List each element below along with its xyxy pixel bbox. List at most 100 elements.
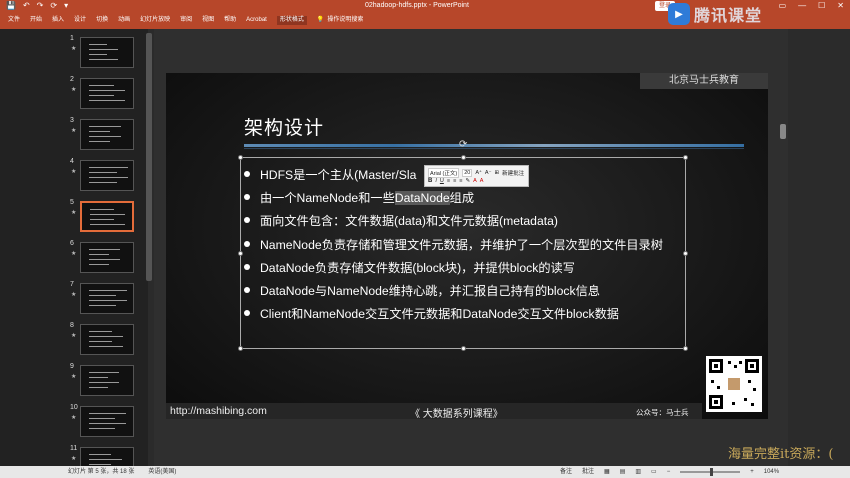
tell-me-search[interactable]: 💡 操作说明搜索 [317,16,364,25]
zoom-in-icon[interactable]: + [750,468,754,476]
zoom-out-icon[interactable]: − [667,468,671,476]
slide-thumbnail[interactable] [80,406,134,437]
redo-icon[interactable]: ↷ [37,1,44,11]
thumbnail-text-line [89,372,119,373]
slide-thumbnail[interactable] [80,242,134,273]
zoom-slider-knob[interactable] [710,468,714,476]
play-icon: ▶ [668,3,690,25]
mini-format-toolbar[interactable]: Arial (正文) 20 A⁺ A⁻ ⊞ 新建批注 B I U ≡ ≡ ≡ ✎… [424,165,529,187]
thumbnail-text-line [89,336,123,337]
font-color-icon[interactable]: A [480,178,484,184]
slide-title[interactable]: 架构设计 [244,113,324,140]
slide-thumbnail[interactable] [80,283,134,314]
slide-thumbnail[interactable] [80,160,134,191]
tab-design[interactable]: 设计 [74,16,86,25]
sorter-view-icon[interactable]: ▤ [620,468,626,476]
bold-icon[interactable]: B [428,178,432,184]
resize-handle[interactable] [238,251,243,256]
slide-thumbnail-pane[interactable]: 1 ★ 2 ★ 3 ★ 4 ★ 5 ★ 6 ★ 7 ★ 8 ★ 9 ★ 10 ★ 11 ★ [0,29,148,478]
tab-transitions[interactable]: 切换 [96,16,108,25]
font-name-select[interactable]: Arial (正文) [428,168,460,178]
bullet-item[interactable]: DataNode负责存储文件数据(block块)，并提供block的读写 [244,259,663,282]
font-size-select[interactable]: 20 [462,169,473,177]
bullet-item[interactable]: 由一个NameNode和一些DataNode组成 [244,189,663,212]
close-icon[interactable]: ✕ [837,0,844,12]
tab-shape-format[interactable]: 形状格式 [276,16,307,25]
thumbnail-text-line [90,209,114,210]
bullet-dot [244,217,250,224]
zoom-slider[interactable] [680,468,741,476]
slide-thumbnail[interactable] [80,37,134,68]
format-painter-icon[interactable]: ✎ [466,178,471,184]
undo-icon[interactable]: ↶ [23,1,30,11]
reading-view-icon[interactable]: ▥ [635,468,641,476]
bullet-text-end: 组成 [449,191,475,206]
slide-canvas[interactable]: 北京马士兵教育 架构设计 ⟳ HDFS是一个主从(Master/Sla 由一个N… [166,73,768,419]
qr-code-image [706,356,762,412]
styles-icon[interactable]: ⊞ [494,170,499,176]
save-icon[interactable]: 💾 [6,1,16,11]
italic-icon[interactable]: I [435,178,437,184]
ribbon-display-icon[interactable]: ▭ [779,0,787,12]
slide-scrollbar[interactable] [778,29,788,466]
customize-chevron-icon[interactable]: ▾ [64,1,68,11]
tab-animations[interactable]: 动画 [118,16,130,25]
thumbnail-number: 9 [70,363,74,370]
rotate-handle-icon[interactable]: ⟳ [459,139,467,150]
tab-view[interactable]: 视图 [202,16,214,25]
slide-thumbnail[interactable] [80,365,134,396]
notes-button[interactable]: 备注 [560,468,572,476]
selected-text[interactable]: DataNode [394,191,450,206]
slide-thumbnail[interactable] [80,324,134,355]
comments-button[interactable]: 批注 [582,468,594,476]
ribbon-tabs: 文件 开始 插入 设计 切换 动画 幻灯片放映 审阅 视图 帮助 Acrobat… [0,3,850,29]
highlight-icon[interactable]: A [473,178,477,184]
thumbnail-text-line [89,341,112,342]
mini-toolbar-row-1: Arial (正文) 20 A⁺ A⁻ ⊞ 新建批注 [428,168,524,178]
resize-handle[interactable] [683,346,688,351]
tab-home[interactable]: 开始 [30,16,42,25]
resize-handle[interactable] [238,155,243,160]
qr-module [728,361,731,364]
slide-thumbnail[interactable] [80,119,134,150]
align-center-icon[interactable]: ≡ [453,178,456,184]
scroll-thumb[interactable] [780,124,786,139]
tab-slideshow[interactable]: 幻灯片放映 [140,16,170,25]
resize-handle[interactable] [683,155,688,160]
slide-thumbnail[interactable] [80,78,134,109]
slide-thumbnail[interactable] [80,201,134,232]
bullet-item[interactable]: DataNode与NameNode维持心跳，并汇报自己持有的block信息 [244,282,663,305]
resize-handle[interactable] [461,346,466,351]
qr-finder [709,395,723,409]
normal-view-icon[interactable]: ▦ [604,468,610,476]
thumbnail-scrollbar[interactable] [146,33,152,281]
bullet-item[interactable]: 面向文件包含：文件数据(data)和文件元数据(metadata) [244,212,663,235]
slideshow-view-icon[interactable]: ▭ [651,468,657,476]
tab-insert[interactable]: 插入 [52,16,64,25]
align-left-icon[interactable]: ≡ [447,178,450,184]
underline-icon[interactable]: U [440,178,444,184]
animation-star-icon: ★ [71,415,77,421]
language-indicator[interactable]: 英语(美国) [148,468,176,476]
maximize-icon[interactable]: ☐ [818,0,825,12]
grow-font-icon[interactable]: A⁺ [475,170,482,176]
footer-url: http://mashibing.com [170,405,267,417]
tab-acrobat[interactable]: Acrobat [246,16,267,25]
tab-help[interactable]: 帮助 [224,16,236,25]
bullet-item[interactable]: NameNode负责存储和管理文件元数据，并维护了一个层次型的文件目录树 [244,236,663,259]
bullet-item[interactable]: Client和NameNode交互文件元数据和DataNode交互文件block… [244,305,663,328]
zoom-level[interactable]: 104% [764,468,779,476]
thumbnail-text-line [89,182,117,183]
minimize-icon[interactable]: — [798,0,806,12]
resize-handle[interactable] [461,155,466,160]
bullet-list[interactable]: HDFS是一个主从(Master/Sla 由一个NameNode和一些DataN… [244,166,663,328]
resize-handle[interactable] [683,251,688,256]
tab-review[interactable]: 审阅 [180,16,192,25]
qr-finder [709,359,723,373]
resize-handle[interactable] [238,346,243,351]
new-comment-button[interactable]: 新建批注 [502,169,524,177]
align-right-icon[interactable]: ≡ [459,178,462,184]
tab-file[interactable]: 文件 [8,16,20,25]
repeat-icon[interactable]: ⟳ [50,1,57,11]
shrink-font-icon[interactable]: A⁻ [485,170,492,176]
